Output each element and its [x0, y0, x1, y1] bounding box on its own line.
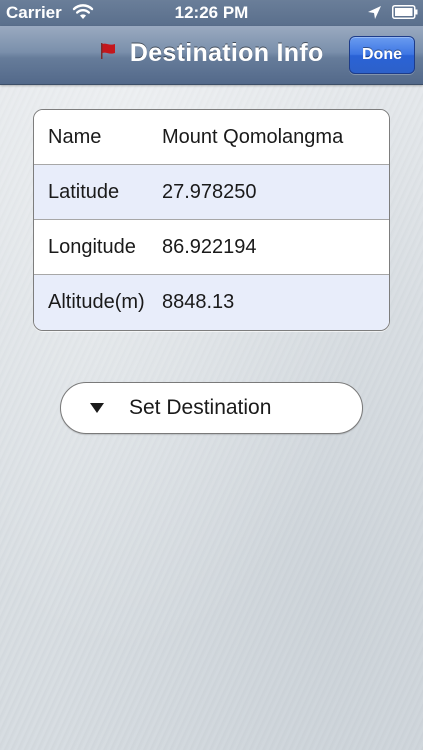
status-bar: Carrier 12:26 PM [0, 0, 423, 26]
clock: 12:26 PM [174, 3, 249, 22]
altitude-label: Altitude(m) [48, 291, 145, 313]
set-destination-button[interactable]: Set Destination [60, 382, 363, 434]
nav-bar: Destination Info Done [0, 26, 423, 85]
set-destination-label: Set Destination [129, 396, 272, 419]
altitude-value: 8848.13 [162, 291, 235, 313]
info-row-longitude: Longitude 86.922194 [34, 220, 389, 275]
latitude-label: Latitude [48, 181, 120, 203]
battery-icon [392, 5, 418, 19]
name-label: Name [48, 126, 102, 148]
info-row-name: Name Mount Qomolangma [34, 110, 389, 165]
longitude-value: 86.922194 [162, 236, 257, 258]
latitude-value: 27.978250 [162, 181, 257, 203]
destination-info-table: Name Mount Qomolangma Latitude 27.978250… [33, 109, 390, 331]
longitude-label: Longitude [48, 236, 136, 258]
info-row-latitude: Latitude 27.978250 [34, 165, 389, 220]
info-row-altitude: Altitude(m) 8848.13 [34, 275, 389, 330]
page-title: Destination Info [129, 39, 324, 67]
done-button[interactable]: Done [349, 36, 415, 74]
triangle-down-icon [90, 403, 104, 413]
name-value: Mount Qomolangma [162, 126, 344, 148]
app-screen: Carrier 12:26 PM Destination Info Done N… [0, 0, 423, 750]
location-icon [368, 6, 381, 19]
flag-icon [101, 42, 116, 59]
